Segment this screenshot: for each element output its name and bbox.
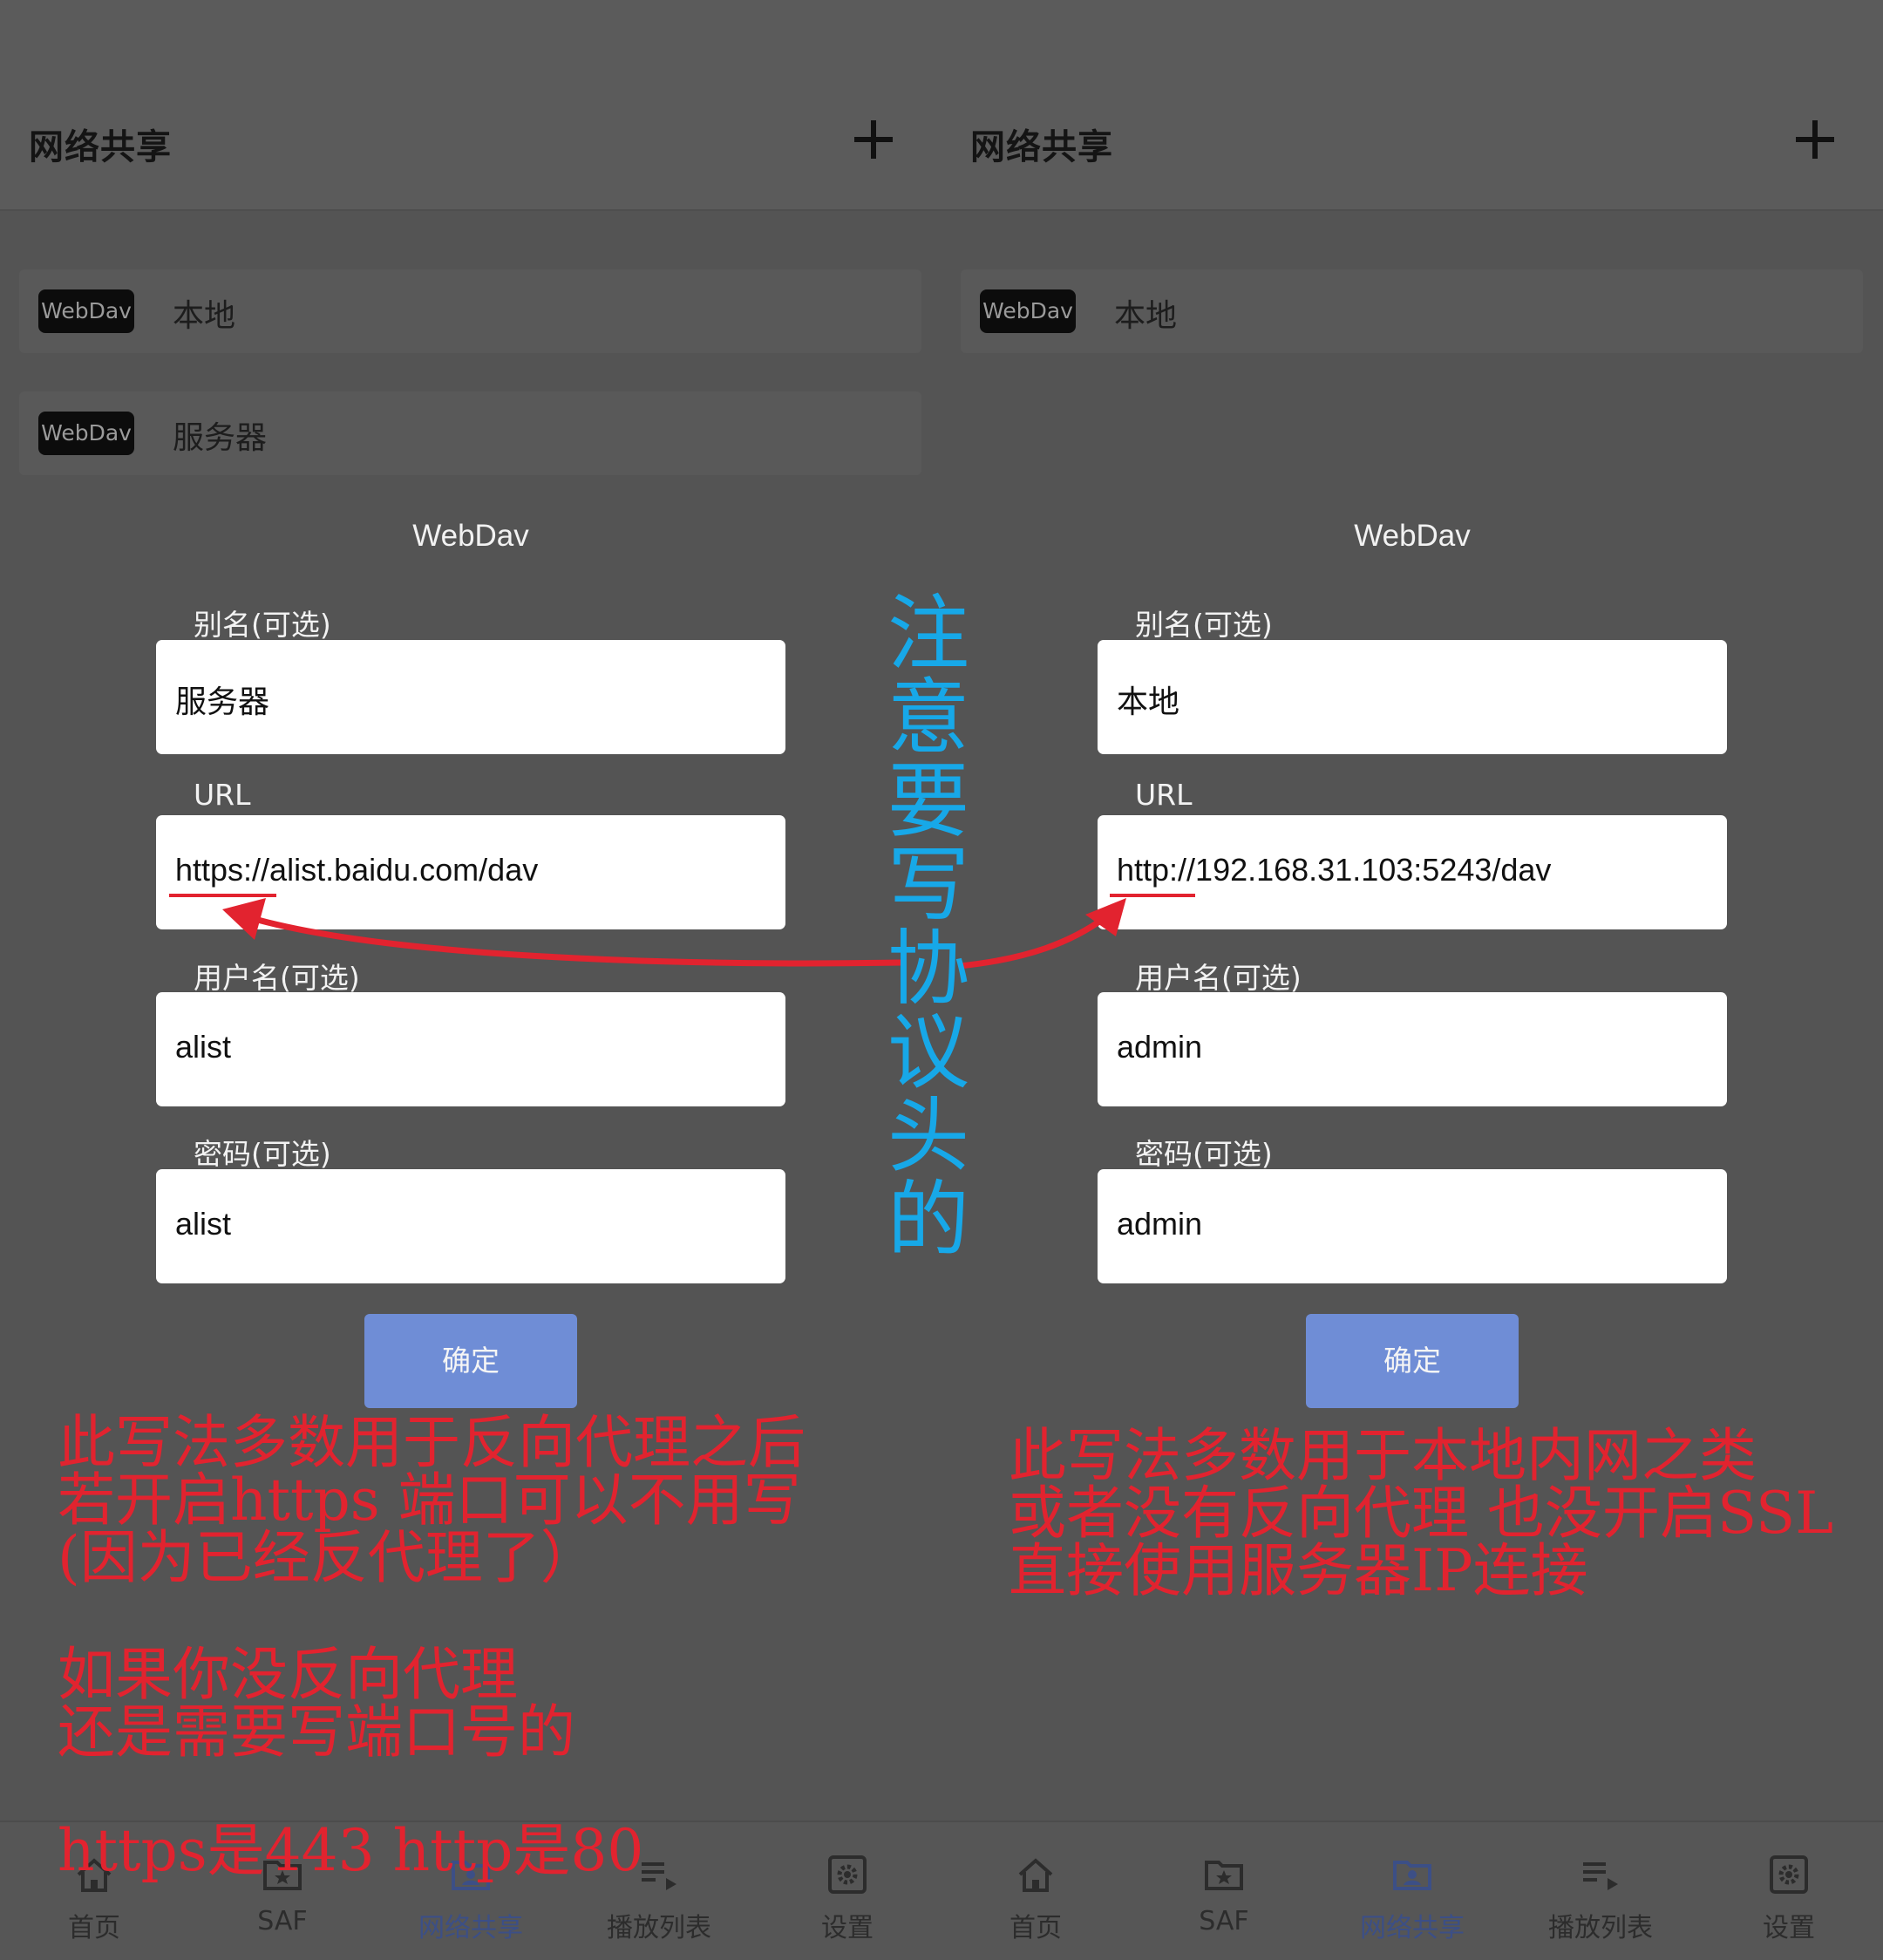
nav-label: 设置 (821, 1913, 874, 1943)
annotation-right-2: 或者没有反向代理 也没开启SSL (1009, 1480, 1834, 1547)
server-name: 服务器 (173, 420, 268, 456)
nav-label: 首页 (68, 1913, 120, 1943)
page-title: 网络共享 (970, 127, 1113, 167)
settings-icon (1770, 1855, 1808, 1894)
webdav-tag: WebDav (38, 289, 134, 333)
url-label: URL (194, 778, 251, 812)
playlist-icon (642, 1862, 676, 1890)
add-icon[interactable] (1796, 120, 1834, 159)
nav-label: 设置 (1763, 1913, 1815, 1943)
dialog-title: WebDav (412, 519, 529, 553)
nav-label: SAF (257, 1906, 308, 1936)
annotation-left-6: https是443 http是80 (58, 1817, 644, 1884)
nav-settings[interactable]: 设置 (753, 1822, 942, 1960)
server-item-local[interactable]: WebDav 本地 (19, 269, 921, 353)
url-field[interactable]: http://192.168.31.103:5243/dav (1098, 815, 1727, 929)
confirm-button[interactable]: 确定 (364, 1314, 577, 1408)
nav-share[interactable]: 网络共享 (1318, 1822, 1506, 1960)
alias-value: 本地 (1117, 684, 1180, 720)
webdav-tag: WebDav (38, 412, 134, 455)
home-icon (1018, 1858, 1053, 1892)
page-title: 网络共享 (29, 127, 172, 167)
password-field[interactable]: alist (156, 1169, 785, 1283)
alias-field[interactable]: 本地 (1098, 640, 1727, 754)
nav-label: 网络共享 (1360, 1913, 1465, 1943)
right-screen: 网络共享 WebDav 本地 WebDav 别名(可选) 本地 URL http… (942, 0, 1883, 1960)
alias-label: 别名(可选) (194, 608, 331, 642)
alias-label: 别名(可选) (1135, 608, 1273, 642)
server-name: 本地 (173, 298, 236, 334)
url-value: https://alist.baidu.com/dav (175, 852, 539, 888)
nav-label: 首页 (1009, 1913, 1062, 1943)
url-value: http://192.168.31.103:5243/dav (1117, 852, 1552, 888)
username-field[interactable]: admin (1098, 992, 1727, 1106)
server-name: 本地 (1114, 298, 1178, 334)
nav-saf[interactable]: SAF (1130, 1822, 1318, 1960)
confirm-button[interactable]: 确定 (1306, 1314, 1519, 1408)
alias-value: 服务器 (175, 684, 270, 720)
url-label: URL (1135, 778, 1193, 812)
annotation-left-5: 还是需要写端口号的 (58, 1698, 575, 1766)
username-value: admin (1117, 1029, 1203, 1065)
username-value: alist (175, 1029, 232, 1065)
settings-icon (828, 1855, 867, 1894)
add-icon[interactable] (854, 120, 893, 159)
protocol-note: 注意要写协议头的 (887, 587, 970, 1268)
folder-shared-icon (1393, 1861, 1431, 1890)
nav-label: 网络共享 (418, 1913, 523, 1943)
dialog-title: WebDav (1354, 519, 1471, 553)
nav-home[interactable]: 首页 (942, 1822, 1130, 1960)
server-item-local[interactable]: WebDav 本地 (961, 269, 1863, 353)
bottom-nav: 首页 SAF 网络共享 播放列表 设置 (942, 1820, 1883, 1960)
annotation-right-1: 此写法多数用于本地内网之类 (1009, 1422, 1757, 1489)
nav-playlist[interactable]: 播放列表 (1506, 1822, 1695, 1960)
server-item-server[interactable]: WebDav 服务器 (19, 391, 921, 475)
folder-star-icon (1205, 1861, 1243, 1890)
nav-label: 播放列表 (1548, 1913, 1653, 1943)
webdav-tag: WebDav (980, 289, 1076, 333)
alias-field[interactable]: 服务器 (156, 640, 785, 754)
annotation-left-2: 若开启https 端口可以不用写 (58, 1467, 801, 1534)
username-label: 用户名(可选) (1135, 961, 1302, 995)
annotation-right-3: 直接使用服务器IP连接 (1009, 1537, 1588, 1604)
app-bar: 网络共享 (0, 0, 942, 211)
password-label: 密码(可选) (194, 1137, 331, 1171)
playlist-icon (1583, 1862, 1618, 1890)
nav-label: 播放列表 (607, 1913, 711, 1943)
annotation-left-4: 如果你没反向代理 (58, 1641, 518, 1708)
username-field[interactable]: alist (156, 992, 785, 1106)
username-label: 用户名(可选) (194, 961, 360, 995)
password-label: 密码(可选) (1135, 1137, 1273, 1171)
app-bar: 网络共享 (942, 0, 1883, 211)
nav-label: SAF (1199, 1906, 1249, 1936)
password-field[interactable]: admin (1098, 1169, 1727, 1283)
password-value: alist (175, 1206, 232, 1242)
url-field[interactable]: https://alist.baidu.com/dav (156, 815, 785, 929)
annotation-left-1: 此写法多数用于反向代理之后 (58, 1409, 806, 1476)
nav-settings[interactable]: 设置 (1695, 1822, 1883, 1960)
annotation-left-3: (因为已经反代理了） (58, 1524, 598, 1591)
password-value: admin (1117, 1206, 1203, 1242)
